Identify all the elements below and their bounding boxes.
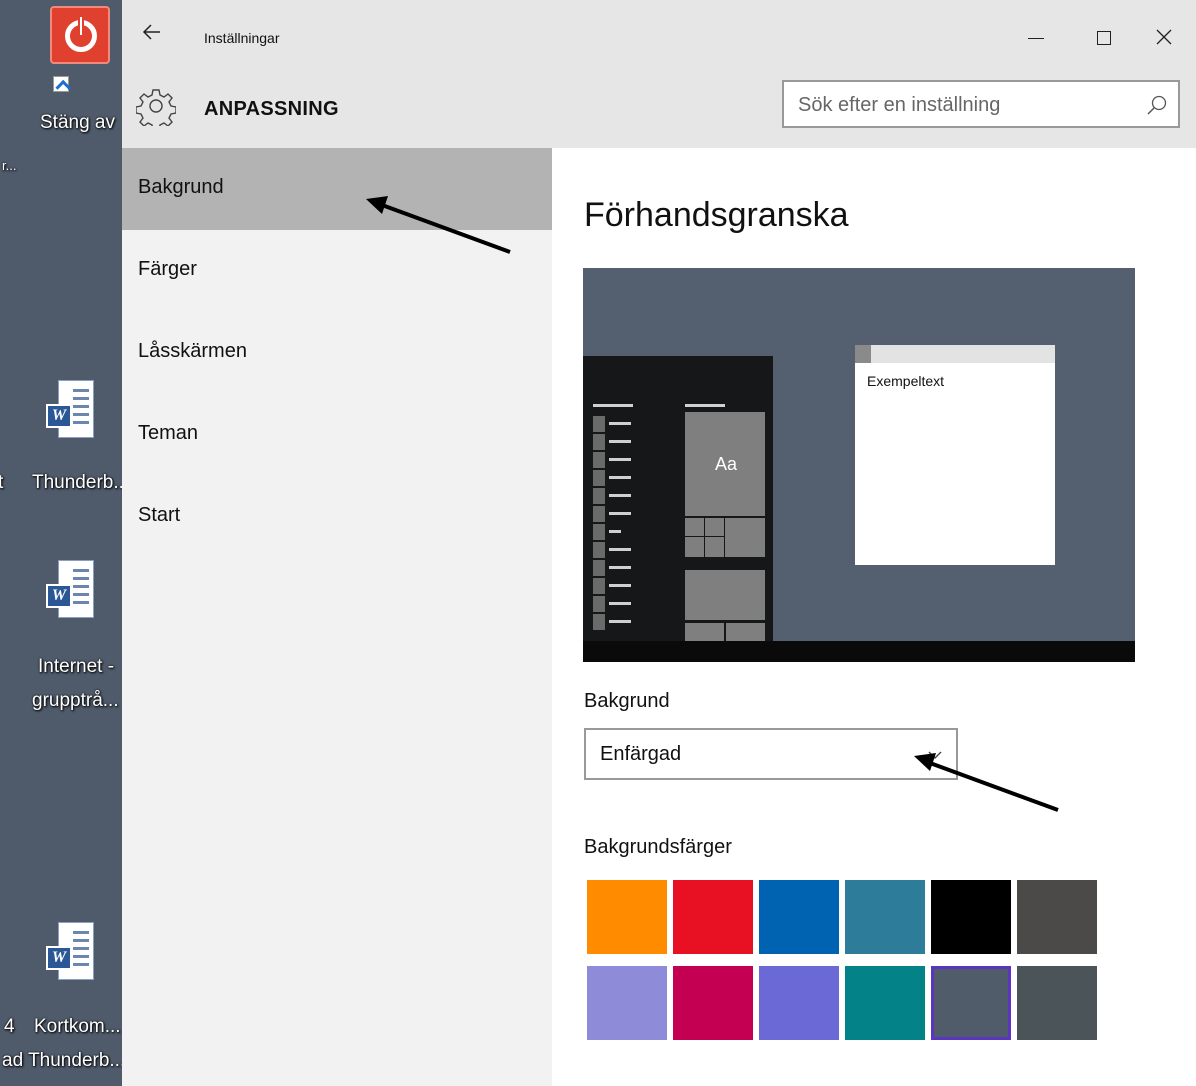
preview-list-line xyxy=(609,512,631,515)
background-label: Bakgrund xyxy=(584,690,670,712)
minimize-icon xyxy=(1028,38,1044,39)
desktop-icon-label[interactable]: grupptrå... xyxy=(32,690,119,712)
background-preview: Aa Exempeltext xyxy=(583,268,1135,662)
sidebar-item-label: Bakgrund xyxy=(138,176,224,198)
preview-list-line xyxy=(609,530,621,533)
color-swatch[interactable] xyxy=(759,880,839,954)
preview-taskbar xyxy=(583,641,1135,662)
content-pane: Förhandsgranska Aa Exempeltext Bakgrund … xyxy=(552,148,1196,1086)
page-title: Förhandsgranska xyxy=(584,196,849,234)
preview-list-line xyxy=(609,422,631,425)
preview-list-icon xyxy=(593,596,605,612)
preview-list-line xyxy=(609,620,631,623)
desktop-icon-label[interactable]: Stäng av xyxy=(40,112,115,134)
desktop-fragment: 4 xyxy=(4,1016,15,1037)
word-document-icon[interactable]: W xyxy=(44,922,96,982)
settings-window: Inställningar ANPASSNING Bakgrund Färger… xyxy=(122,0,1196,1086)
close-icon xyxy=(1156,29,1172,45)
search-input[interactable] xyxy=(798,92,1138,118)
background-type-dropdown[interactable]: Enfärgad xyxy=(584,728,958,780)
background-colors-label: Bakgrundsfärger xyxy=(584,836,732,858)
color-swatch[interactable] xyxy=(673,966,753,1040)
preview-list-line xyxy=(609,584,631,587)
preview-list-icon xyxy=(593,524,605,540)
shortcut-arrow-icon xyxy=(53,76,69,92)
preview-list-line xyxy=(609,548,631,551)
chevron-down-icon xyxy=(928,742,942,765)
preview-list-line xyxy=(609,566,631,569)
color-swatch[interactable] xyxy=(587,966,667,1040)
desktop-fragment: t xyxy=(0,472,4,493)
sidebar-item-label: Teman xyxy=(138,422,199,444)
preview-list-line xyxy=(609,494,631,497)
sidebar-item-label: Färger xyxy=(138,258,197,280)
color-swatch[interactable] xyxy=(673,880,753,954)
desktop: Stäng av r... W t Thunderb... W Internet… xyxy=(0,0,122,1086)
preview-list-line xyxy=(609,602,631,605)
maximize-button[interactable] xyxy=(1084,22,1124,52)
search-field[interactable] xyxy=(782,80,1180,128)
preview-list-icon xyxy=(593,506,605,522)
preview-list-icon xyxy=(593,560,605,576)
preview-list-line xyxy=(609,476,631,479)
preview-window-text: Exempeltext xyxy=(867,373,945,389)
preview-list-icon xyxy=(593,542,605,558)
preview-list-icon xyxy=(593,452,605,468)
color-swatch[interactable] xyxy=(845,966,925,1040)
desktop-icon-label[interactable]: ad Thunderb... xyxy=(2,1050,122,1072)
sidebar-item-farger[interactable]: Färger xyxy=(122,230,552,312)
sidebar-item-bakgrund[interactable]: Bakgrund xyxy=(122,148,552,230)
sidebar-item-lasskarmen[interactable]: Låsskärmen xyxy=(122,312,552,394)
minimize-button[interactable] xyxy=(1016,22,1056,52)
search-icon[interactable] xyxy=(1146,94,1168,116)
power-icon[interactable] xyxy=(50,6,110,64)
maximize-icon xyxy=(1097,31,1111,45)
color-swatch[interactable] xyxy=(845,880,925,954)
preview-list-icon xyxy=(593,488,605,504)
back-button[interactable] xyxy=(142,22,162,48)
preview-list-line xyxy=(609,440,631,443)
preview-list-line xyxy=(609,458,631,461)
color-swatch[interactable] xyxy=(759,966,839,1040)
preview-list-icon xyxy=(593,434,605,450)
title-bar: Inställningar xyxy=(122,0,1196,80)
window-title: Inställningar xyxy=(204,30,280,46)
preview-window: Exempeltext xyxy=(855,345,1055,565)
preview-list-icon xyxy=(593,416,605,432)
color-swatch[interactable] xyxy=(587,880,667,954)
word-document-icon[interactable]: W xyxy=(44,380,96,440)
word-document-icon[interactable]: W xyxy=(44,560,96,620)
color-swatch[interactable] xyxy=(931,880,1011,954)
close-button[interactable] xyxy=(1144,22,1184,52)
color-swatch[interactable] xyxy=(1017,966,1097,1040)
header-bar: ANPASSNING xyxy=(122,80,1196,148)
preview-start-menu: Aa xyxy=(583,356,773,643)
color-swatch[interactable] xyxy=(931,966,1011,1040)
arrow-left-icon xyxy=(142,24,160,40)
preview-list-icon xyxy=(593,470,605,486)
background-type-value: Enfärgad xyxy=(600,743,682,765)
section-title: ANPASSNING xyxy=(204,98,339,120)
desktop-fragment: r... xyxy=(2,158,17,173)
desktop-icon-label[interactable]: Thunderb... xyxy=(32,472,122,494)
preview-tile-label: Aa xyxy=(715,454,738,474)
sidebar-item-teman[interactable]: Teman xyxy=(122,394,552,476)
sidebar-item-label: Låsskärmen xyxy=(138,340,247,362)
sidebar-item-label: Start xyxy=(138,504,181,526)
gear-icon xyxy=(136,89,176,126)
preview-tile: Aa xyxy=(685,412,765,516)
preview-list-icon xyxy=(593,614,605,630)
color-swatch[interactable] xyxy=(1017,880,1097,954)
desktop-icon-label[interactable]: Internet - xyxy=(38,656,114,678)
desktop-icon-label[interactable]: Kortkom... xyxy=(34,1016,121,1038)
sidebar-nav: Bakgrund Färger Låsskärmen Teman Start xyxy=(122,148,552,1086)
sidebar-item-start[interactable]: Start xyxy=(122,476,552,558)
preview-list-icon xyxy=(593,578,605,594)
